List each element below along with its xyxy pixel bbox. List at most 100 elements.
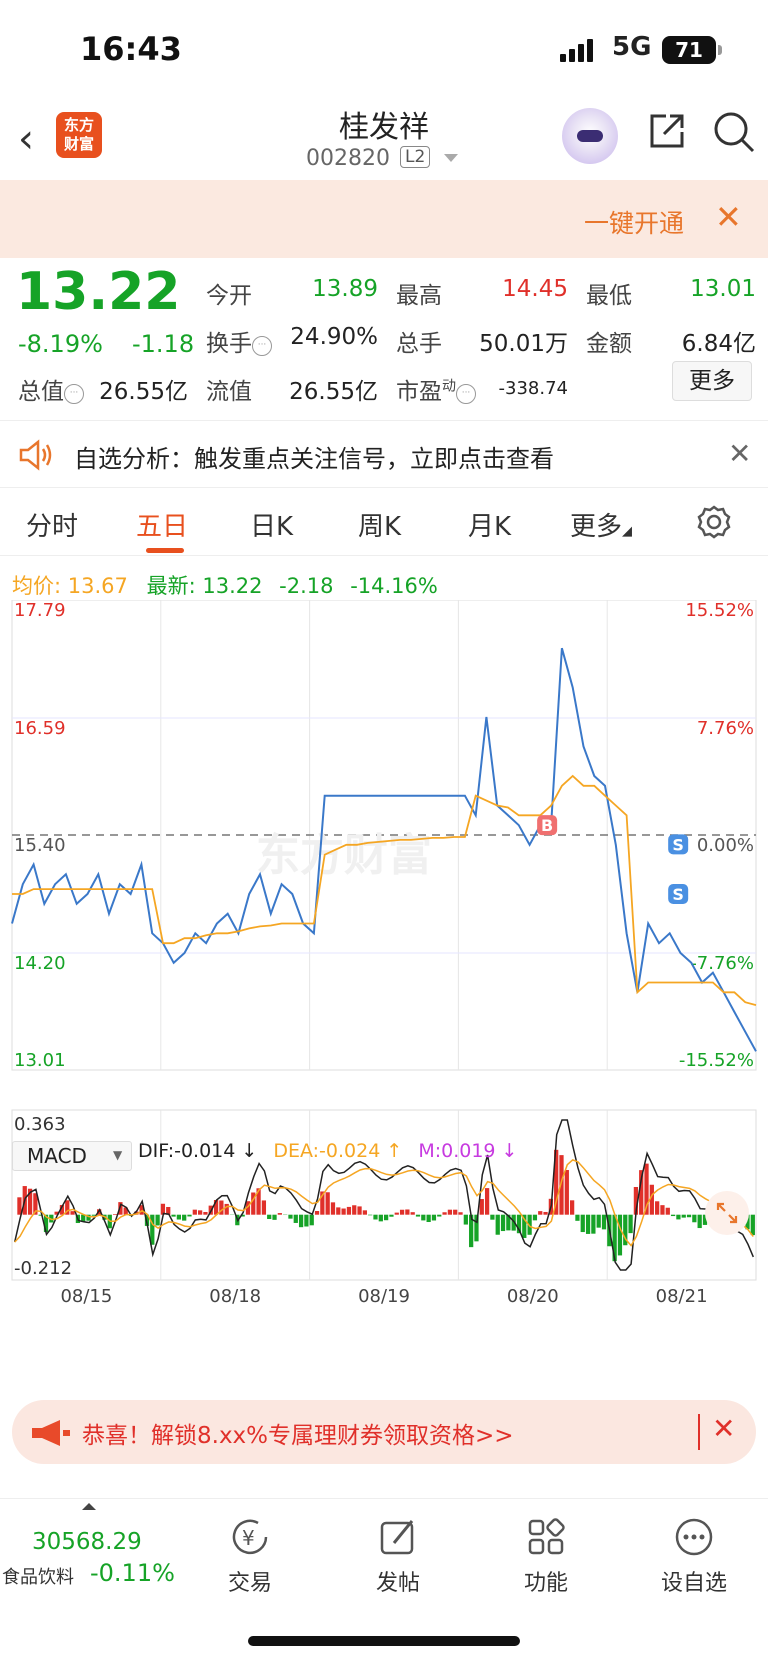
- turnover-value: 24.90%: [290, 324, 378, 350]
- macd-bar: [203, 1211, 208, 1215]
- tab-intraday[interactable]: 分时: [26, 506, 78, 543]
- index-value[interactable]: 30568.29: [32, 1529, 142, 1555]
- nav-functions[interactable]: 功能: [486, 1515, 606, 1597]
- nav-post[interactable]: 发帖: [338, 1515, 458, 1597]
- gear-icon[interactable]: [696, 504, 732, 540]
- notice-text: 自选分析：触发重点关注信号，立即点击查看: [74, 445, 554, 473]
- price-tick: 13.01: [14, 1050, 66, 1071]
- macd-bar: [182, 1214, 187, 1221]
- macd-bar: [346, 1206, 352, 1215]
- nav-trade[interactable]: ¥ 交易: [190, 1515, 310, 1597]
- notice-bar[interactable]: 自选分析：触发重点关注信号，立即点击查看 ✕: [0, 420, 768, 488]
- info-icon: ···: [64, 384, 84, 404]
- macd-bar: [676, 1214, 681, 1220]
- m-value: M:0.019 ↓: [418, 1140, 518, 1162]
- info-icon: ···: [456, 384, 476, 404]
- macd-bar: [187, 1214, 192, 1217]
- macd-bar: [336, 1207, 341, 1215]
- index-change[interactable]: -0.11%: [90, 1559, 175, 1587]
- macd-bar: [277, 1213, 282, 1215]
- macd-bar: [293, 1214, 298, 1223]
- change-value: -1.18: [132, 330, 195, 358]
- macd-bar: [697, 1214, 702, 1229]
- pct-tick: 0.00%: [697, 835, 754, 856]
- price-tick: 15.40: [14, 835, 66, 856]
- speaker-icon: [19, 439, 52, 471]
- tab-weekly-k[interactable]: 周K: [358, 506, 401, 543]
- macd-bar: [267, 1214, 272, 1219]
- banner-text: 一键开通: [584, 209, 685, 238]
- close-icon[interactable]: ✕: [712, 1412, 735, 1445]
- volume-label: 总手: [396, 331, 442, 357]
- macd-bar: [112, 1214, 118, 1215]
- float-value: 26.55亿: [289, 379, 378, 405]
- close-icon[interactable]: ✕: [715, 198, 742, 236]
- tab-daily-k[interactable]: 日K: [250, 506, 293, 543]
- amount-value: 6.84亿: [681, 331, 756, 357]
- macd-bar: [570, 1200, 575, 1215]
- tab-more[interactable]: 更多◢: [570, 506, 632, 543]
- macd-bar: [298, 1214, 304, 1228]
- macd-bar: [585, 1214, 591, 1234]
- macd-panel: 0.363 -0.212: [11, 1109, 757, 1281]
- macd-bar: [399, 1209, 405, 1215]
- avg-label: 均价:: [12, 574, 62, 598]
- macd-bar: [384, 1214, 389, 1221]
- open-account-banner[interactable]: 一键开通 ✕: [0, 180, 768, 258]
- index-name[interactable]: 食品饮料: [2, 1563, 74, 1589]
- battery-icon: 71: [662, 36, 722, 64]
- date-tick: 08/21: [656, 1286, 708, 1307]
- macd-bar: [304, 1214, 309, 1227]
- share-icon[interactable]: [646, 110, 688, 152]
- date-axis: 08/15 08/18 08/19 08/20 08/21: [60, 1286, 707, 1307]
- nav-add-watchlist[interactable]: 设自选: [634, 1515, 754, 1597]
- macd-bar: [655, 1201, 660, 1215]
- status-bar: 16:43 5G 71: [0, 0, 768, 100]
- macd-bar: [192, 1209, 197, 1215]
- mktcap-value: 26.55亿: [99, 379, 188, 405]
- macd-bar: [309, 1214, 314, 1226]
- summary-line: 均价: 13.67 最新: 13.22 -2.18 -14.16%: [12, 570, 438, 600]
- macd-bar: [378, 1214, 383, 1222]
- macd-select[interactable]: MACD ▼: [12, 1141, 132, 1171]
- high-label: 最高: [396, 283, 442, 309]
- last-value: 13.22: [202, 574, 263, 598]
- last-label: 最新:: [146, 574, 196, 598]
- macd-bar: [431, 1214, 437, 1221]
- tab-five-day[interactable]: 五日: [136, 506, 188, 543]
- macd-bar: [394, 1212, 399, 1215]
- macd-bar: [447, 1209, 453, 1215]
- macd-bar: [500, 1214, 506, 1232]
- macd-bar: [357, 1206, 362, 1215]
- macd-bar: [176, 1214, 181, 1220]
- pct-tick: 15.52%: [685, 600, 754, 621]
- assistant-avatar[interactable]: [562, 108, 618, 164]
- five-day-chart[interactable]: 东方财富 17.79 15.52% 16.59 7.76% 15.40 0.00% 14.2…: [0, 600, 768, 1390]
- expand-icon[interactable]: [704, 1190, 750, 1236]
- macd-bar: [389, 1214, 394, 1217]
- volume-value: 50.01万: [479, 331, 568, 357]
- macd-bottom-tick: -0.212: [14, 1258, 72, 1279]
- macd-bar: [272, 1214, 277, 1220]
- macd-bar: [617, 1214, 623, 1256]
- price-tick: 16.59: [14, 718, 66, 739]
- macd-bar: [368, 1214, 373, 1216]
- level-badge[interactable]: L2: [400, 146, 431, 168]
- macd-bar: [591, 1214, 596, 1234]
- more-quote-button[interactable]: 更多: [672, 361, 752, 401]
- macd-bar: [155, 1214, 160, 1226]
- tab-monthly-k[interactable]: 月K: [468, 506, 511, 543]
- macd-bar: [484, 1188, 490, 1215]
- macd-bar: [479, 1199, 484, 1215]
- close-icon[interactable]: ✕: [728, 437, 751, 470]
- search-icon[interactable]: [712, 110, 756, 154]
- macd-bar: [341, 1208, 346, 1215]
- date-tick: 08/19: [358, 1286, 410, 1307]
- chevron-down-icon[interactable]: [444, 154, 458, 162]
- macd-bar: [373, 1214, 378, 1220]
- macd-bar: [601, 1214, 607, 1230]
- open-label: 今开: [206, 283, 252, 309]
- promo-banner[interactable]: 恭喜！解锁8.xx%专属理财券领取资格>> ✕: [12, 1400, 756, 1464]
- avg-price-line: [12, 774, 757, 1006]
- macd-bar: [458, 1212, 463, 1215]
